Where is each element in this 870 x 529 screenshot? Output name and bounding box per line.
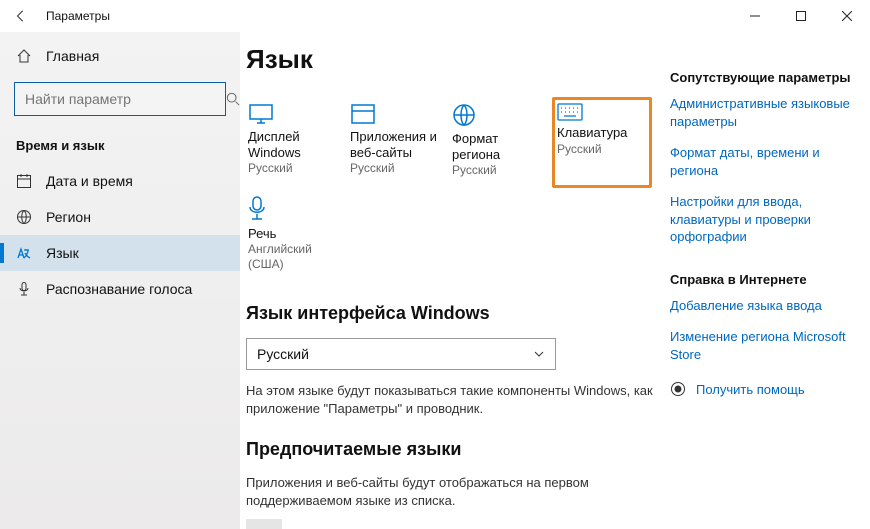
monitor-icon: [248, 103, 344, 125]
home-icon: [16, 48, 32, 64]
apps-icon: [350, 103, 446, 125]
get-help-label: Получить помощь: [696, 382, 805, 397]
tile-title: Клавиатура: [557, 125, 647, 141]
tile-sub: Русский: [248, 161, 344, 175]
related-link[interactable]: Формат даты, времени и региона: [670, 144, 860, 179]
section-description: На этом языке будут показываться такие к…: [246, 382, 670, 417]
select-value: Русский: [257, 346, 309, 362]
tile-sub: Английский (США): [248, 242, 344, 271]
help-heading: Справка в Интернете: [670, 272, 860, 287]
add-language-button[interactable]: +: [246, 519, 282, 529]
main-content: Язык Дисплей Windows Русский Приложения …: [240, 44, 670, 529]
sidebar-category: Время и язык: [0, 130, 240, 163]
home-link[interactable]: Главная: [0, 40, 240, 72]
microphone-icon: [16, 281, 32, 297]
sidebar-item-region[interactable]: Регион: [0, 199, 240, 235]
tile-sub: Русский: [350, 161, 446, 175]
home-label: Главная: [46, 48, 99, 64]
sidebar-item-language[interactable]: Язык: [0, 235, 240, 271]
help-icon: [670, 381, 686, 397]
help-link[interactable]: Добавление языка ввода: [670, 297, 860, 315]
related-settings-pane: Сопутствующие параметры Административные…: [670, 44, 860, 529]
close-button[interactable]: [824, 0, 870, 32]
sidebar-item-datetime[interactable]: Дата и время: [0, 163, 240, 199]
section-heading: Предпочитаемые языки: [246, 439, 670, 460]
globe-icon: [16, 209, 32, 225]
search-input[interactable]: [15, 91, 216, 107]
page-title: Язык: [246, 44, 670, 75]
tile-apps[interactable]: Приложения и веб-сайты Русский: [348, 97, 448, 188]
tile-keyboard[interactable]: Клавиатура Русский: [552, 97, 652, 188]
tile-sub: Русский: [557, 142, 647, 156]
calendar-icon: [16, 173, 32, 189]
back-button[interactable]: [0, 9, 42, 23]
globe-icon: [452, 103, 548, 127]
tile-title: Приложения и веб-сайты: [350, 129, 446, 160]
sidebar-item-label: Язык: [46, 245, 79, 261]
sidebar-item-speech[interactable]: Распознавание голоса: [0, 271, 240, 307]
sidebar: Главная Время и язык Дата и время Регион…: [0, 32, 240, 529]
related-heading: Сопутствующие параметры: [670, 70, 860, 85]
search-box[interactable]: [14, 82, 226, 116]
tile-display[interactable]: Дисплей Windows Русский: [246, 97, 346, 188]
tile-title: Речь: [248, 226, 344, 242]
tile-title: Формат региона: [452, 131, 548, 162]
section-description: Приложения и веб-сайты будут отображатьс…: [246, 474, 670, 509]
chevron-down-icon: [533, 348, 545, 360]
microphone-icon: [248, 196, 344, 222]
tile-region[interactable]: Формат региона Русский: [450, 97, 550, 188]
related-link[interactable]: Настройки для ввода, клавиатуры и провер…: [670, 193, 860, 246]
related-link[interactable]: Административные языковые параметры: [670, 95, 860, 130]
keyboard-icon: [557, 103, 647, 121]
sidebar-item-label: Регион: [46, 209, 91, 225]
help-link[interactable]: Изменение региона Microsoft Store: [670, 328, 860, 363]
language-icon: [16, 245, 32, 261]
maximize-button[interactable]: [778, 0, 824, 32]
minimize-button[interactable]: [732, 0, 778, 32]
tile-sub: Русский: [452, 163, 548, 177]
window-title: Параметры: [42, 9, 110, 23]
tile-title: Дисплей Windows: [248, 129, 344, 160]
section-heading: Язык интерфейса Windows: [246, 303, 670, 324]
sidebar-item-label: Распознавание голоса: [46, 281, 192, 297]
get-help-link[interactable]: Получить помощь: [670, 381, 860, 397]
tile-speech[interactable]: Речь Английский (США): [246, 190, 346, 281]
display-language-select[interactable]: Русский: [246, 338, 556, 370]
sidebar-item-label: Дата и время: [46, 173, 133, 189]
